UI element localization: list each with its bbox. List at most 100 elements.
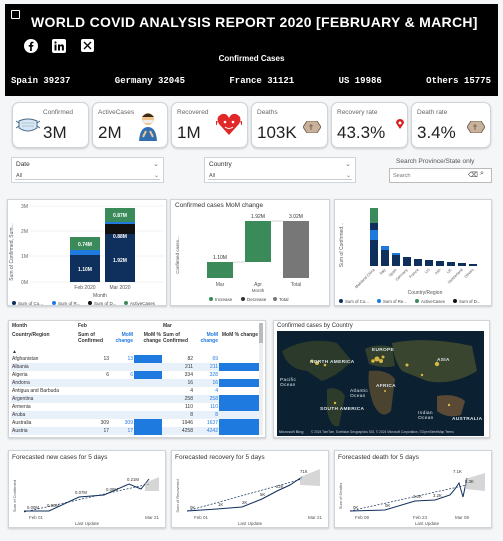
waterfall-bar-total[interactable] xyxy=(283,221,309,278)
waterfall-chart[interactable]: Confirmed cases MoM change Confirmed cas… xyxy=(170,199,330,306)
eraser-icon[interactable]: ⌫ xyxy=(468,171,478,179)
x-axis-title: Last Update xyxy=(415,521,440,526)
date-dropdown[interactable] xyxy=(15,170,160,180)
x-axis-title: Month xyxy=(252,288,265,293)
chevron-down-icon[interactable]: ⌄ xyxy=(345,160,351,168)
ticker-item: Spain 39237 xyxy=(11,76,71,86)
x-tick: Feb 09 xyxy=(355,515,370,520)
waterfall-bar-apr[interactable] xyxy=(245,221,271,262)
forecast-new-cases[interactable]: Forecasted new cases for 5 days Sum of C… xyxy=(8,450,166,528)
x-axis-title: Month xyxy=(93,293,107,299)
data-label: 1.10M xyxy=(78,267,92,273)
x-tick: US xyxy=(424,268,431,275)
stacked-month-chart[interactable]: Sum of Confirmed, Sum... 0M 1M 2M 3M 1.1… xyxy=(7,199,167,306)
chevron-down-icon[interactable]: ⌄ xyxy=(153,160,159,168)
country-dropdown[interactable] xyxy=(208,170,352,180)
world-map[interactable]: NORTH AMERICA EUROPE ASIA AFRICA SOUTH A… xyxy=(277,331,484,436)
report-title: WORLD COVID ANALYSIS REPORT 2020 [FEBRUA… xyxy=(31,14,478,30)
matrix-table[interactable]: Month Feb Mar Country/Region Sum of Conf… xyxy=(8,320,266,438)
data-label: 3.02M xyxy=(289,214,303,220)
data-label: 2K xyxy=(242,500,247,505)
x-tick: Mar 21 xyxy=(145,515,160,520)
table-row[interactable]: Andorra 16 16 xyxy=(11,379,259,387)
x-tick: Feb 01 xyxy=(29,515,44,520)
linkedin-icon[interactable] xyxy=(51,38,66,53)
legend-item: Sum of D... xyxy=(94,301,117,306)
country-slicer-label: Country xyxy=(209,161,232,168)
x-icon[interactable] xyxy=(80,38,95,53)
legend-item: ActiveCases xyxy=(421,299,445,304)
table-row[interactable]: Aruba 8 8 xyxy=(11,411,259,419)
kpi-death-rate[interactable]: Death rate 3.4% xyxy=(411,102,491,148)
data-label: 0.74M xyxy=(78,242,92,248)
legend-item: Sum of R... xyxy=(58,301,81,306)
bar-feb-recovered[interactable] xyxy=(70,250,100,255)
y-axis-title: Sum of Confirmed, Sum... xyxy=(9,223,15,281)
legend-item: ActiveCases xyxy=(130,301,156,306)
data-label: 7.1K xyxy=(453,469,462,474)
search-input[interactable] xyxy=(393,171,463,181)
map-label: AFRICA xyxy=(376,384,396,389)
chevron-down-icon[interactable]: ⌄ xyxy=(154,172,159,179)
search-label: Search Province/State only xyxy=(396,158,475,165)
waterfall-svg: Confirmed cases MoM change Confirmed cas… xyxy=(175,202,309,302)
data-label: 1K xyxy=(218,502,223,507)
table-scrollbar[interactable] xyxy=(259,323,263,435)
ticker-item: Others 15775 xyxy=(426,76,491,86)
search-box[interactable]: ⌫ ⌕ xyxy=(389,168,492,183)
x-axis-title: Last Update xyxy=(238,521,263,526)
kpi-recovery-rate[interactable]: Recovery rate 43.3% xyxy=(331,102,408,148)
facebook-icon[interactable] xyxy=(23,38,38,53)
forecast-death[interactable]: Forecasted death for 5 days Sum of Death… xyxy=(334,450,492,528)
table-row[interactable]: Australia 309 309 1946 1637 xyxy=(11,419,259,427)
x-tick: UK xyxy=(446,268,453,275)
kpi-value: 3.4% xyxy=(417,123,456,142)
header-momp: MoM % change xyxy=(143,332,161,344)
confirmed-cases-subtitle: Confirmed Cases xyxy=(218,54,285,63)
pin-icon xyxy=(396,119,404,131)
table-row[interactable]: Afghanistan 13 13 82 69 xyxy=(11,355,259,363)
legend-item: Sum of Re... xyxy=(383,299,407,304)
header-feb: Feb xyxy=(78,323,87,329)
chart-title: Forecasted recovery for 5 days xyxy=(175,454,265,461)
table-row[interactable]: Armenia 110 110 xyxy=(11,403,259,411)
date-slicer[interactable]: Date ⌄ All ⌄ xyxy=(11,157,164,183)
table-row[interactable]: Antigua and Barbuda 4 4 xyxy=(11,387,259,395)
home-icon[interactable] xyxy=(11,10,20,19)
data-label: 0.00M xyxy=(47,503,59,508)
kpi-deaths[interactable]: Deaths 103K xyxy=(251,102,328,148)
forecast-recovery[interactable]: Forecasted recovery for 5 days Sum of Re… xyxy=(171,450,329,528)
map-label: EUROPE xyxy=(372,348,395,353)
search-icon[interactable]: ⌕ xyxy=(480,170,484,178)
kpi-value: 2M xyxy=(98,123,122,142)
table-row[interactable]: Algeria 6 6 334 328 xyxy=(11,371,259,379)
y-tick: 1M xyxy=(21,254,28,260)
chart-title: Confirmed cases MoM change xyxy=(175,202,264,209)
table-row[interactable]: Argentina 258 258 xyxy=(11,395,259,403)
country-bar-chart[interactable]: Sum of Confirmed... Mainland China Italy… xyxy=(334,199,492,306)
chart-title: Forecasted new cases for 5 days xyxy=(12,454,108,461)
data-label: 0K xyxy=(190,505,195,510)
kpi-confirmed[interactable]: Confirmed 3M xyxy=(12,102,89,148)
country-slicer[interactable]: Country ⌄ All ⌄ xyxy=(204,157,356,183)
table-row[interactable]: Austria 17 17 4258 4242 xyxy=(11,427,259,435)
kpi-label: ActiveCases xyxy=(98,109,135,116)
table-row[interactable]: Albania 211 211 xyxy=(11,363,259,371)
data-label: 0.87M xyxy=(113,213,127,219)
waterfall-bar-mar[interactable] xyxy=(207,262,233,278)
legend-item: Sum of D... xyxy=(459,299,481,304)
legend-item: Total xyxy=(279,297,289,302)
x-tick: France xyxy=(409,268,420,279)
stacked-chart-svg: Sum of Confirmed, Sum... 0M 1M 2M 3M 1.1… xyxy=(9,204,164,306)
chevron-down-icon[interactable]: ⌄ xyxy=(346,172,351,179)
data-label: 1.92M xyxy=(113,258,127,264)
map-label: NORTH AMERICA xyxy=(310,360,355,365)
y-tick: 2M xyxy=(21,229,28,235)
country-slicer-value: All xyxy=(209,173,216,179)
map-label: Atlantic Ocean xyxy=(350,389,369,399)
kpi-recovered[interactable]: Recovered 1M xyxy=(171,102,248,148)
data-label: 0.08M xyxy=(106,487,118,492)
kpi-active-cases[interactable]: ActiveCases 2M xyxy=(92,102,168,148)
header-mom: MoM change xyxy=(115,332,133,344)
x-axis-title: Last Update xyxy=(75,521,100,526)
